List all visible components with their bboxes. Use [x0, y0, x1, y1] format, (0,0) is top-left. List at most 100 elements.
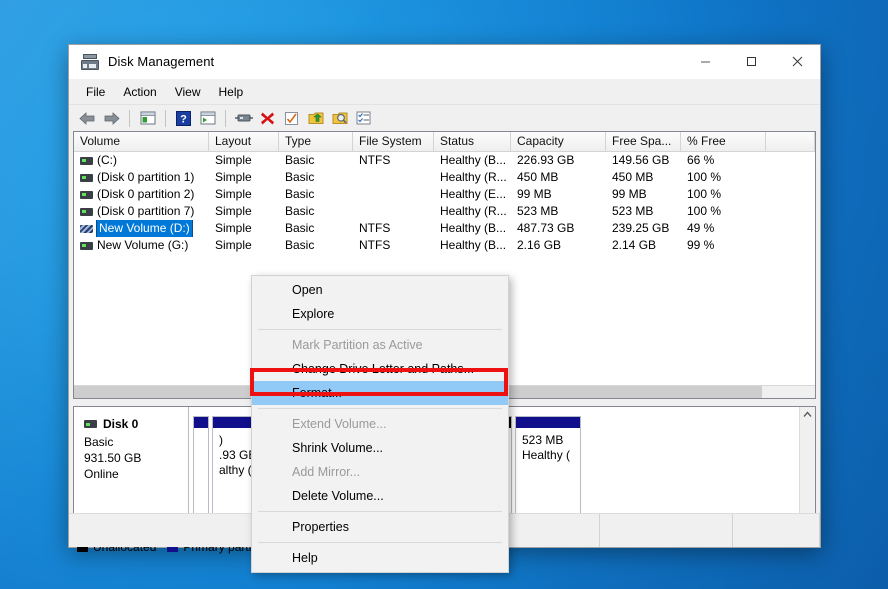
- volume-name: (Disk 0 partition 7): [97, 204, 195, 218]
- cell-layout: Simple: [215, 170, 252, 184]
- toolbar-separator: [129, 109, 130, 127]
- table-row[interactable]: New Volume (D:) Simple Basic NTFS Healthy (B…: [74, 220, 815, 237]
- volume-list-header: Volume Layout Type File System Status Ca…: [74, 132, 815, 152]
- cell-free: 2.14 GB: [612, 238, 657, 252]
- context-menu-item[interactable]: Properties: [252, 515, 508, 539]
- context-menu-item[interactable]: Change Drive Letter and Paths...: [252, 357, 508, 381]
- partition-block[interactable]: [193, 416, 209, 526]
- context-menu-item[interactable]: Open: [252, 278, 508, 302]
- disk-size: 931.50 GB: [84, 451, 142, 465]
- context-menu-item: Mark Partition as Active: [292, 338, 423, 352]
- context-menu-item[interactable]: Explore: [252, 302, 508, 326]
- column-header-status[interactable]: Status: [434, 132, 511, 151]
- drive-icon: [80, 241, 93, 250]
- column-header-volume[interactable]: Volume: [74, 132, 209, 151]
- column-header-layout[interactable]: Layout: [209, 132, 279, 151]
- disk-state: Online: [84, 467, 119, 481]
- delete-icon[interactable]: [256, 107, 279, 129]
- cell-free: 450 MB: [612, 170, 654, 184]
- cell-free: 239.25 GB: [612, 221, 670, 235]
- menu-item-action[interactable]: Action: [114, 82, 165, 102]
- table-row[interactable]: (C:) Simple Basic NTFS Healthy (B... 226.93 G…: [74, 152, 815, 169]
- status-bar-pane-2: [600, 514, 733, 547]
- volume-name: (C:): [97, 153, 117, 167]
- volume-name: New Volume (D:): [96, 220, 193, 237]
- cell-fs: NTFS: [359, 238, 391, 252]
- cell-status: Healthy (B...: [440, 153, 507, 167]
- context-menu: Open Explore Mark Partition as Active Chang…: [251, 275, 509, 573]
- cell-status: Healthy (E...: [440, 187, 507, 201]
- toolbar-separator: [165, 109, 166, 127]
- cell-pct: 100 %: [687, 204, 722, 218]
- column-header-capacity[interactable]: Capacity: [511, 132, 606, 151]
- column-header-blank[interactable]: [766, 132, 815, 151]
- column-header-free-space[interactable]: Free Spa...: [606, 132, 681, 151]
- window-controls: [682, 45, 820, 78]
- partition-color-bar: [516, 417, 580, 428]
- context-menu-separator: [258, 511, 502, 512]
- cell-layout: Simple: [215, 221, 252, 235]
- cell-fs: NTFS: [359, 153, 391, 167]
- volume-cell: New Volume (D:): [74, 220, 209, 237]
- title-bar[interactable]: Disk Management: [69, 45, 820, 79]
- cell-free: 523 MB: [612, 204, 654, 218]
- scroll-up-button[interactable]: [800, 407, 815, 422]
- disk-icon: [84, 420, 97, 428]
- help-icon[interactable]: ?: [172, 107, 195, 129]
- table-row[interactable]: (Disk 0 partition 1) Simple Basic Healthy (…: [74, 169, 815, 186]
- back-arrow-icon[interactable]: [76, 107, 99, 129]
- volume-cell: (C:): [74, 152, 209, 169]
- context-menu-item[interactable]: Delete Volume...: [252, 484, 508, 508]
- table-row[interactable]: (Disk 0 partition 2) Simple Basic Healthy (…: [74, 186, 815, 203]
- show-hide-console-tree-icon[interactable]: [196, 107, 219, 129]
- cell-pct: 66 %: [687, 153, 715, 167]
- column-header-percent-free[interactable]: % Free: [681, 132, 766, 151]
- cell-fs: NTFS: [359, 221, 391, 235]
- cell-layout: Simple: [215, 187, 252, 201]
- find-icon[interactable]: [328, 107, 351, 129]
- menu-item-help[interactable]: Help: [210, 82, 253, 102]
- context-menu-item[interactable]: Help: [252, 546, 508, 570]
- table-row[interactable]: (Disk 0 partition 7) Simple Basic Healthy (…: [74, 203, 815, 220]
- menu-item-view[interactable]: View: [166, 82, 210, 102]
- cell-layout: Simple: [215, 238, 252, 252]
- export-list-icon[interactable]: [304, 107, 327, 129]
- cell-type: Basic: [285, 153, 315, 167]
- close-button[interactable]: [774, 45, 820, 78]
- volume-name: (Disk 0 partition 2): [97, 187, 195, 201]
- cell-capacity: 99 MB: [517, 187, 552, 201]
- volume-list-rows: (C:) Simple Basic NTFS Healthy (B... 226.93 G…: [74, 152, 815, 254]
- properties-icon[interactable]: [280, 107, 303, 129]
- column-header-type[interactable]: Type: [279, 132, 353, 151]
- svg-text:?: ?: [180, 113, 187, 125]
- context-menu-item[interactable]: Format...: [252, 381, 508, 405]
- cell-type: Basic: [285, 204, 315, 218]
- drive-icon: [80, 190, 93, 199]
- up-one-level-icon[interactable]: [136, 107, 159, 129]
- status-bar-pane-3: [733, 514, 820, 547]
- cell-capacity: 450 MB: [517, 170, 559, 184]
- minimize-button[interactable]: [682, 45, 728, 78]
- drive-icon: [80, 156, 93, 165]
- volume-cell: (Disk 0 partition 7): [74, 203, 209, 220]
- context-menu-separator: [258, 542, 502, 543]
- disk-name: Disk 0: [103, 417, 139, 431]
- disk-management-icon: [81, 53, 99, 70]
- context-menu-item: Add Mirror...: [292, 465, 361, 479]
- menu-item-file[interactable]: File: [77, 82, 114, 102]
- forward-arrow-icon[interactable]: [100, 107, 123, 129]
- show-action-pane-icon[interactable]: [352, 107, 375, 129]
- volume-cell: (Disk 0 partition 2): [74, 186, 209, 203]
- column-header-file-system[interactable]: File System: [353, 132, 434, 151]
- cell-type: Basic: [285, 238, 315, 252]
- context-menu-item[interactable]: Shrink Volume...: [252, 436, 508, 460]
- cell-layout: Simple: [215, 153, 252, 167]
- cell-type: Basic: [285, 187, 315, 201]
- table-row[interactable]: New Volume (G:) Simple Basic NTFS Healthy (B…: [74, 237, 815, 254]
- context-menu-separator: [258, 408, 502, 409]
- cell-status: Healthy (R...: [440, 204, 507, 218]
- volume-name: New Volume (G:): [97, 238, 189, 252]
- rescan-disks-icon[interactable]: [232, 107, 255, 129]
- maximize-button[interactable]: [728, 45, 774, 78]
- partition-block[interactable]: 523 MB Healthy (: [515, 416, 581, 526]
